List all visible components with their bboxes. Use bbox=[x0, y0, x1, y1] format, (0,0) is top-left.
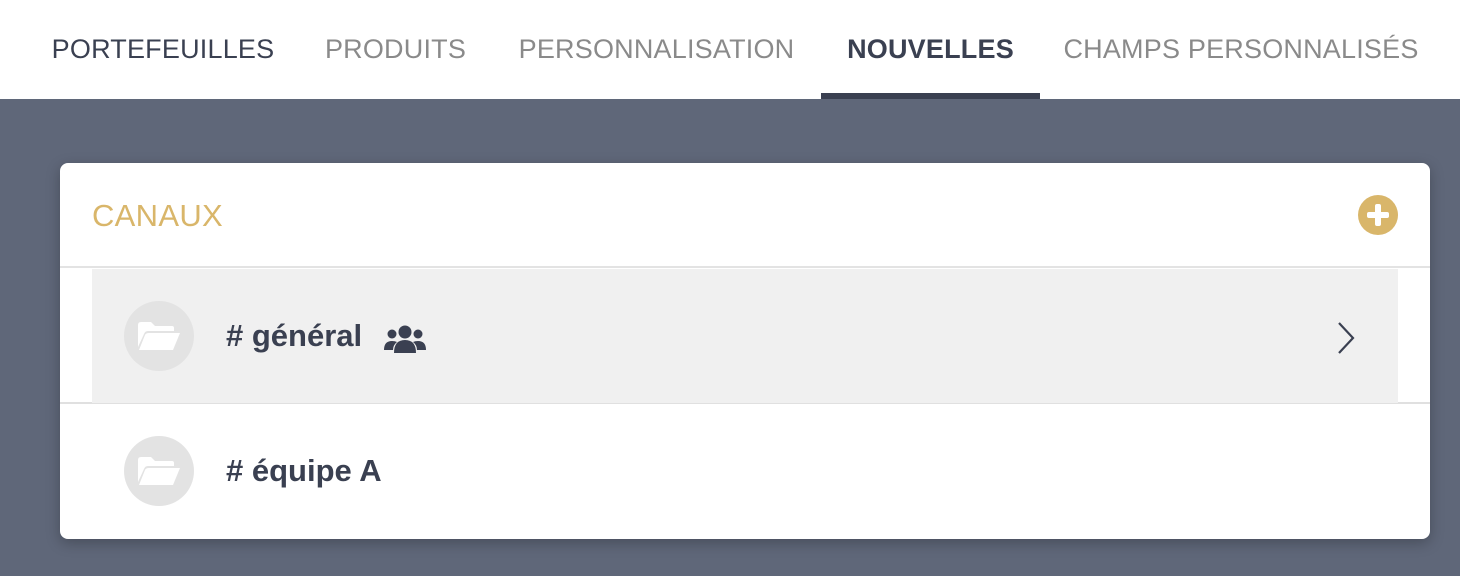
plus-circle-icon[interactable] bbox=[1358, 195, 1398, 235]
channel-name: # général bbox=[226, 318, 363, 353]
channel-row-general[interactable]: # général bbox=[60, 269, 1430, 404]
folder-open-icon bbox=[124, 436, 194, 506]
users-icon bbox=[384, 325, 426, 353]
channels-header: CANAUX bbox=[60, 163, 1430, 268]
top-navigation: PORTEFEUILLES PRODUITS PERSONNALISATION … bbox=[0, 0, 1460, 99]
tab-personnalisation[interactable]: PERSONNALISATION bbox=[519, 0, 795, 99]
folder-open-icon bbox=[124, 301, 194, 371]
tab-nouvelles[interactable]: NOUVELLES bbox=[821, 0, 1040, 99]
tab-label: CHAMPS PERSONNALISÉS bbox=[1063, 34, 1419, 64]
tab-portefeuilles[interactable]: PORTEFEUILLES bbox=[52, 0, 274, 99]
channels-title: CANAUX bbox=[92, 197, 223, 233]
tab-label: PORTEFEUILLES bbox=[51, 34, 275, 64]
active-tab-indicator bbox=[821, 93, 1040, 99]
tab-label: PRODUITS bbox=[324, 34, 467, 64]
tab-produits[interactable]: PRODUITS bbox=[325, 0, 466, 99]
channel-name: # équipe A bbox=[226, 453, 382, 488]
tab-champs-personnalises[interactable]: CHAMPS PERSONNALISÉS bbox=[1063, 0, 1418, 99]
channel-row-equipe-a[interactable]: # équipe A bbox=[60, 405, 1430, 539]
chevron-right-icon[interactable] bbox=[1336, 321, 1356, 355]
tab-label: PERSONNALISATION bbox=[518, 34, 795, 64]
channels-card: CANAUX # général # équipe A bbox=[60, 163, 1430, 539]
tab-label: NOUVELLES bbox=[847, 34, 1014, 64]
